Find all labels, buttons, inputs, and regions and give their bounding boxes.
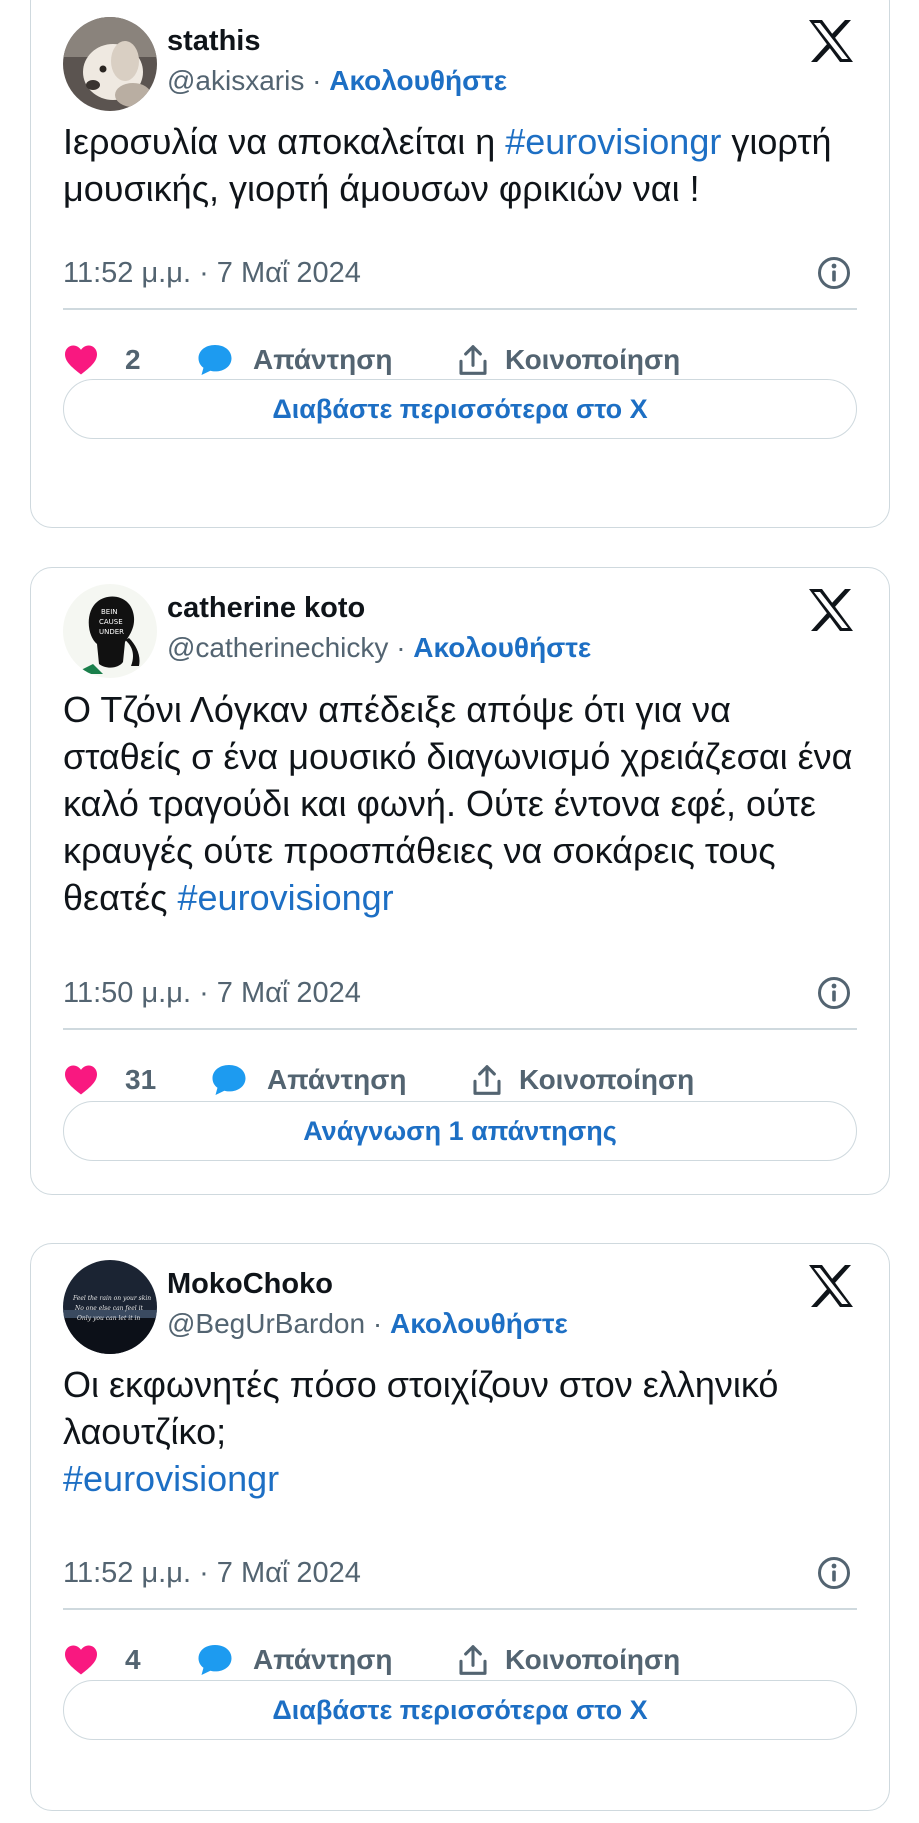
x-logo-icon[interactable] <box>807 19 855 63</box>
separator-dot: · <box>396 632 406 663</box>
like-button[interactable]: 31 <box>63 1064 195 1096</box>
tweet-text-part: Οι εκφωνητές πόσο στοιχίζουν στον ελληνι… <box>63 1364 779 1452</box>
reply-bubble-icon <box>198 345 232 375</box>
x-logo-icon[interactable] <box>807 1264 855 1308</box>
info-icon[interactable] <box>817 976 851 1010</box>
author-handle-line: @catherinechicky · Ακολουθήστε <box>167 632 591 664</box>
tweet-timestamp[interactable]: 11:52 μ.μ. · 7 Μαΐ 2024 <box>63 257 361 290</box>
author-handle[interactable]: @akisxaris <box>167 65 304 96</box>
author-handle-line: @BegUrBardon · Ακολουθήστε <box>167 1308 568 1340</box>
like-count: 2 <box>125 344 141 375</box>
separator-dot: · <box>372 1308 383 1339</box>
follow-button[interactable]: Ακολουθήστε <box>413 632 591 663</box>
reply-button[interactable]: Απάντηση <box>197 343 417 377</box>
avatar[interactable]: Feel the rain on your skin No one else c… <box>63 1260 157 1354</box>
action-bar: 2 Απάντηση Κοινοποίηση <box>63 337 857 383</box>
reply-button[interactable]: Απάντηση <box>197 1643 417 1677</box>
info-icon[interactable] <box>817 1556 851 1590</box>
svg-text:CAUSE: CAUSE <box>99 618 123 626</box>
heart-icon <box>65 1645 97 1675</box>
tweet-card: Feel the rain on your skin No one else c… <box>30 1243 890 1811</box>
x-logo-icon[interactable] <box>807 588 855 632</box>
share-label: Κοινοποίηση <box>505 344 681 375</box>
action-bar: 31 Απάντηση Κοινοποίηση <box>63 1057 857 1103</box>
read-replies-button[interactable]: Ανάγνωση 1 απάντησης <box>63 1101 857 1161</box>
divider <box>63 308 857 310</box>
author-name[interactable]: stathis <box>167 25 260 58</box>
follow-button[interactable]: Ακολουθήστε <box>329 65 507 96</box>
tweet-text: Ο Τζόνι Λόγκαν απέδειξε απόψε ότι για να… <box>63 686 857 921</box>
share-label: Κοινοποίηση <box>519 1064 695 1095</box>
share-label: Κοινοποίηση <box>505 1644 681 1675</box>
svg-text:UNDER: UNDER <box>99 628 124 636</box>
avatar[interactable]: BEIN CAUSE UNDER <box>63 584 157 678</box>
author-handle[interactable]: @BegUrBardon <box>167 1308 365 1339</box>
like-count: 4 <box>125 1644 141 1675</box>
tweet-text: Οι εκφωνητές πόσο στοιχίζουν στον ελληνι… <box>63 1361 857 1502</box>
share-button[interactable]: Κοινοποίηση <box>471 1064 694 1096</box>
author-name[interactable]: catherine koto <box>167 592 365 625</box>
reply-label: Απάντηση <box>253 344 393 375</box>
reply-bubble-icon <box>198 1645 232 1675</box>
hashtag-link[interactable]: #eurovisiongr <box>505 121 721 162</box>
follow-button[interactable]: Ακολουθήστε <box>390 1308 568 1339</box>
hashtag-link[interactable]: #eurovisiongr <box>178 877 394 918</box>
reply-button[interactable]: Απάντηση <box>211 1063 431 1097</box>
share-icon <box>459 345 487 375</box>
like-button[interactable]: 4 <box>63 1644 181 1676</box>
read-more-button[interactable]: Διαβάστε περισσότερα στο X <box>63 379 857 439</box>
divider <box>63 1608 857 1610</box>
tweet-card: stathis @akisxaris · Ακολουθήστε Ιεροσυλ… <box>30 0 890 528</box>
svg-text:Only you can let it in: Only you can let it in <box>77 1315 140 1322</box>
reply-label: Απάντηση <box>267 1064 407 1095</box>
hashtag-link[interactable]: #eurovisiongr <box>63 1458 279 1499</box>
share-button[interactable]: Κοινοποίηση <box>457 344 680 376</box>
heart-icon <box>65 1065 97 1095</box>
action-bar: 4 Απάντηση Κοινοποίηση <box>63 1637 857 1683</box>
avatar[interactable] <box>63 17 157 111</box>
share-button[interactable]: Κοινοποίηση <box>457 1644 680 1676</box>
tweet-text-part: Ιεροσυλία να αποκαλείται η <box>63 121 506 162</box>
author-handle-line: @akisxaris · Ακολουθήστε <box>167 65 507 97</box>
separator-dot: · <box>312 65 322 96</box>
tweet-timestamp[interactable]: 11:50 μ.μ. · 7 Μαΐ 2024 <box>63 977 361 1010</box>
share-icon <box>473 1065 501 1095</box>
author-name[interactable]: MokoChoko <box>167 1268 333 1301</box>
like-count: 31 <box>125 1064 157 1095</box>
divider <box>63 1028 857 1030</box>
like-button[interactable]: 2 <box>63 344 181 376</box>
tweet-text: Ιεροσυλία να αποκαλείται η #eurovisiongr… <box>63 118 857 212</box>
svg-text:No one else can feel it: No one else can feel it <box>74 1305 143 1312</box>
heart-icon <box>65 345 97 375</box>
author-handle[interactable]: @catherinechicky <box>167 632 388 663</box>
svg-text:BEIN: BEIN <box>101 608 118 616</box>
reply-label: Απάντηση <box>253 1644 393 1675</box>
reply-bubble-icon <box>212 1065 246 1095</box>
share-icon <box>459 1645 487 1675</box>
svg-text:Feel the rain on your skin: Feel the rain on your skin <box>72 1295 151 1302</box>
tweet-timestamp[interactable]: 11:52 μ.μ. · 7 Μαΐ 2024 <box>63 1557 361 1590</box>
info-icon[interactable] <box>817 256 851 290</box>
read-more-button[interactable]: Διαβάστε περισσότερα στο X <box>63 1680 857 1740</box>
tweet-card: BEIN CAUSE UNDER catherine koto @catheri… <box>30 567 890 1195</box>
